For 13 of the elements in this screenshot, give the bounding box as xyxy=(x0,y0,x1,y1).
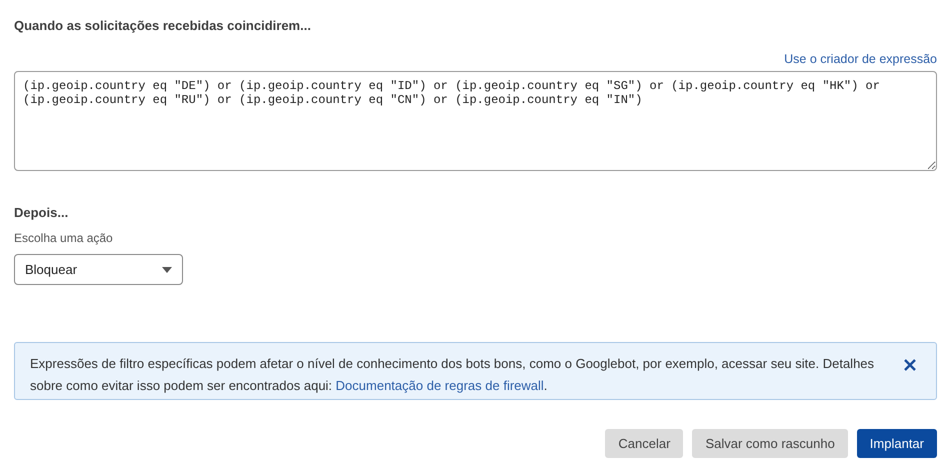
close-icon[interactable] xyxy=(904,359,916,372)
expression-field[interactable]: (ip.geoip.country eq "DE") or (ip.geoip.country eq "ID") or (ip.geoip.country eq "SG") or (ip.geoip.country eq "HK") or (ip.geoip.country eq "RU") or (ip.geoip.country eq "CN") or (ip.geoip.country eq "IN") xyxy=(14,70,937,171)
caret-icon xyxy=(162,266,172,273)
action-dropdown[interactable]: Bloquear xyxy=(14,254,183,286)
section-heading: Quando as solicitações recebidas coincidirem... xyxy=(14,17,312,34)
section-heading: Depois... xyxy=(14,204,70,222)
field-label: Escolha uma ação xyxy=(14,230,114,248)
deploy-button[interactable]: Implantar xyxy=(856,429,937,458)
secondary-button[interactable]: Salvar como rascunho xyxy=(692,429,848,458)
expression-builder-link[interactable]: Use o criador de expressão xyxy=(784,50,937,69)
secondary-button[interactable]: Cancelar xyxy=(605,429,684,458)
documentation-link[interactable]: Documentação de regras de firewall xyxy=(336,378,544,394)
alert-message: Expressões de filtro específicas podem afetar o nível de conhecimento dos bots bons, como o Googlebot, por exemplo, acessar seu site. Detalhes sobre como evitar isso podem ser encontrados aqui: Documentação de regras de firewall. xyxy=(30,355,876,396)
